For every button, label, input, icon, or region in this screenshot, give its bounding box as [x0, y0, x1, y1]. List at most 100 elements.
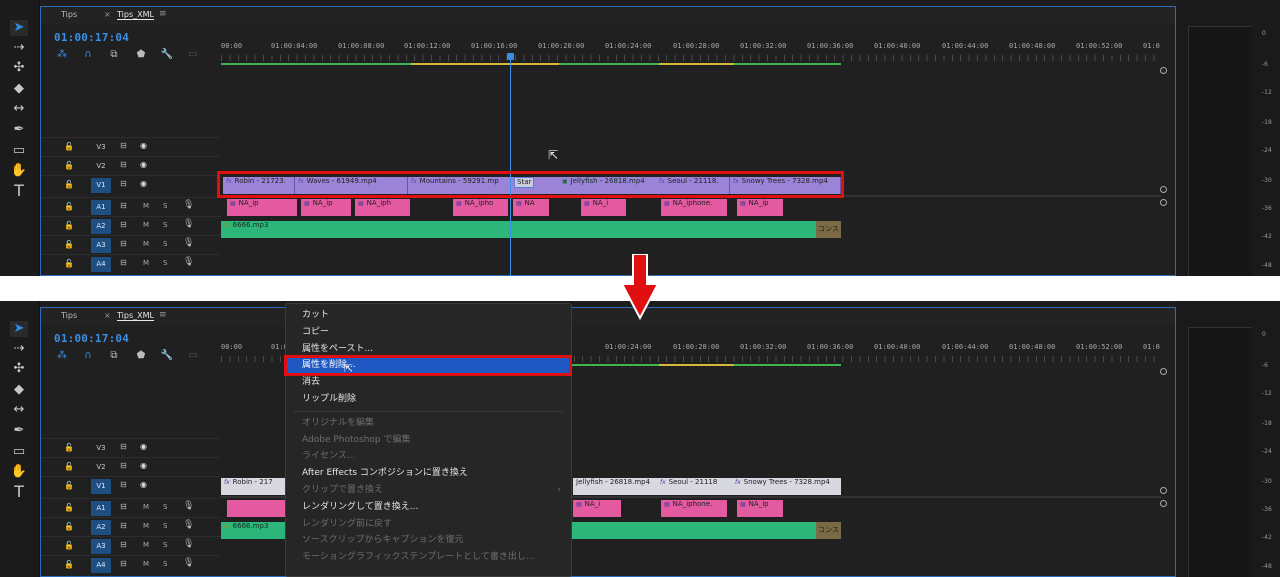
eye-icon[interactable]: ◉ [140, 179, 147, 188]
razor-tool-icon[interactable]: ◆ [10, 81, 28, 97]
mute-button[interactable]: M [143, 560, 149, 568]
audio-clip[interactable]: ▦ NA_iphone. [661, 500, 727, 517]
audio-clip[interactable] [227, 500, 285, 517]
mic-icon[interactable]: 🎙 [183, 238, 194, 248]
menu-item[interactable]: レンダリングして置き換え... [286, 499, 571, 516]
sync-icon[interactable]: ⊟ [120, 220, 127, 229]
caption-icon[interactable]: ▭ [186, 350, 200, 361]
slip-tool-icon[interactable]: ↔ [10, 402, 28, 418]
solo-button[interactable]: S [163, 259, 167, 267]
timecode-display[interactable]: 01:00:17:04 [54, 332, 129, 345]
sync-icon[interactable]: ⊟ [120, 502, 127, 511]
tab-tips-xml[interactable]: Tips_XML [117, 311, 154, 321]
selection-tool-icon[interactable]: ➤ [10, 20, 28, 36]
mute-button[interactable]: M [143, 522, 149, 530]
audio-clip[interactable]: ▦ NA [513, 199, 549, 216]
audio-clip[interactable]: ▦ NA_ip [301, 199, 351, 216]
scroll-handle-icon[interactable] [1160, 487, 1167, 494]
eye-icon[interactable]: ◉ [140, 141, 147, 150]
menu-item[interactable]: 消去 [286, 374, 571, 391]
scroll-handle-icon[interactable] [1160, 67, 1167, 74]
solo-button[interactable]: S [163, 240, 167, 248]
marker-icon[interactable]: ⬟ [134, 49, 148, 60]
lock-icon[interactable]: 🔓 [64, 142, 74, 151]
menu-item[interactable]: カット [286, 307, 571, 324]
eye-icon[interactable]: ◉ [140, 461, 147, 470]
lock-icon[interactable]: 🔓 [64, 180, 74, 189]
menu-item[interactable]: After Effects コンポジションに置き換え [286, 465, 571, 482]
marker-icon[interactable]: ⬟ [134, 350, 148, 361]
mute-button[interactable]: M [143, 503, 149, 511]
track-name[interactable]: A2 [91, 520, 111, 535]
pen-tool-icon[interactable]: ✒ [10, 122, 28, 138]
snap-icon[interactable]: ∩ [81, 350, 95, 361]
lock-icon[interactable]: 🔓 [64, 240, 74, 249]
lock-icon[interactable]: 🔓 [64, 522, 74, 531]
mute-button[interactable]: M [143, 202, 149, 210]
solo-button[interactable]: S [163, 503, 167, 511]
wrench-icon[interactable]: 🔧 [160, 49, 174, 60]
tab-close-icon[interactable]: × [104, 311, 111, 320]
lock-icon[interactable]: 🔓 [64, 443, 74, 452]
pen-tool-icon[interactable]: ✒ [10, 423, 28, 439]
lock-icon[interactable]: 🔓 [64, 462, 74, 471]
audio-clip[interactable]: ▦ NA_ip [737, 199, 783, 216]
audio-clip-music[interactable]: fx 6666.mp3 コンス [221, 221, 841, 238]
mute-button[interactable]: M [143, 541, 149, 549]
sync-icon[interactable]: ⊟ [120, 521, 127, 530]
sync-icon[interactable]: ⊟ [120, 201, 127, 210]
sync-icon[interactable]: ⊟ [120, 141, 127, 150]
hand-tool-icon[interactable]: ✋ [10, 163, 28, 179]
audio-clip[interactable]: ▦ NA_i [581, 199, 626, 216]
playhead[interactable] [510, 59, 511, 276]
wrench-icon[interactable]: 🔧 [160, 350, 174, 361]
track-name[interactable]: A3 [91, 539, 111, 554]
mic-icon[interactable]: 🎙 [183, 520, 194, 530]
track-name[interactable]: A3 [91, 238, 111, 253]
ripple-edit-tool-icon[interactable]: ✣ [10, 361, 28, 377]
rectangle-tool-icon[interactable]: ▭ [10, 444, 28, 460]
timeline-lanes[interactable]: fx Robin - 21723. fx Waves - 61949.mp4 fx M… [221, 137, 1161, 276]
audio-clip[interactable]: ▦ NA_ip [737, 500, 783, 517]
scroll-handle-icon[interactable] [1160, 186, 1167, 193]
time-ruler[interactable]: 00:00 01:00:04:00 01:00:08:00 01:00:12:0… [221, 37, 1161, 67]
snap-icon[interactable]: ∩ [81, 49, 95, 60]
audio-clip[interactable]: ▦ NA_iph [355, 199, 410, 216]
eye-icon[interactable]: ◉ [140, 480, 147, 489]
scroll-handle-icon[interactable] [1160, 368, 1167, 375]
solo-button[interactable]: S [163, 560, 167, 568]
sync-icon[interactable]: ⊟ [120, 258, 127, 267]
sync-icon[interactable]: ⊟ [120, 442, 127, 451]
rectangle-tool-icon[interactable]: ▭ [10, 143, 28, 159]
video-clip[interactable]: Jellyfish - 26818.mp4 [573, 478, 657, 495]
timecode-display[interactable]: 01:00:17:04 [54, 31, 129, 44]
tab-tips-xml[interactable]: Tips_XML [117, 10, 154, 20]
solo-button[interactable]: S [163, 202, 167, 210]
lock-icon[interactable]: 🔓 [64, 503, 74, 512]
track-select-tool-icon[interactable]: ⇢ [10, 341, 28, 357]
track-name[interactable]: A1 [91, 501, 111, 516]
lock-icon[interactable]: 🔓 [64, 481, 74, 490]
solo-button[interactable]: S [163, 522, 167, 530]
lock-icon[interactable]: 🔓 [64, 541, 74, 550]
mute-button[interactable]: M [143, 221, 149, 229]
track-name[interactable]: V3 [91, 441, 111, 456]
mic-icon[interactable]: 🎙 [183, 539, 194, 549]
sync-icon[interactable]: ⊟ [120, 559, 127, 568]
mic-icon[interactable]: 🎙 [183, 501, 194, 511]
track-name[interactable]: A4 [91, 257, 111, 272]
track-name[interactable]: A4 [91, 558, 111, 573]
mute-button[interactable]: M [143, 240, 149, 248]
track-name[interactable]: A2 [91, 219, 111, 234]
tab-tips[interactable]: Tips [61, 10, 77, 19]
sync-icon[interactable]: ⊟ [120, 239, 127, 248]
type-tool-icon[interactable]: T [10, 484, 28, 500]
track-name[interactable]: V2 [91, 159, 111, 174]
track-name[interactable]: V3 [91, 140, 111, 155]
nest-icon[interactable]: ⁂ [55, 350, 69, 361]
type-tool-icon[interactable]: T [10, 183, 28, 199]
playhead-handle[interactable] [507, 53, 514, 60]
sync-icon[interactable]: ⊟ [120, 480, 127, 489]
track-name[interactable]: V1 [91, 479, 111, 494]
scroll-handle-icon[interactable] [1160, 500, 1167, 507]
